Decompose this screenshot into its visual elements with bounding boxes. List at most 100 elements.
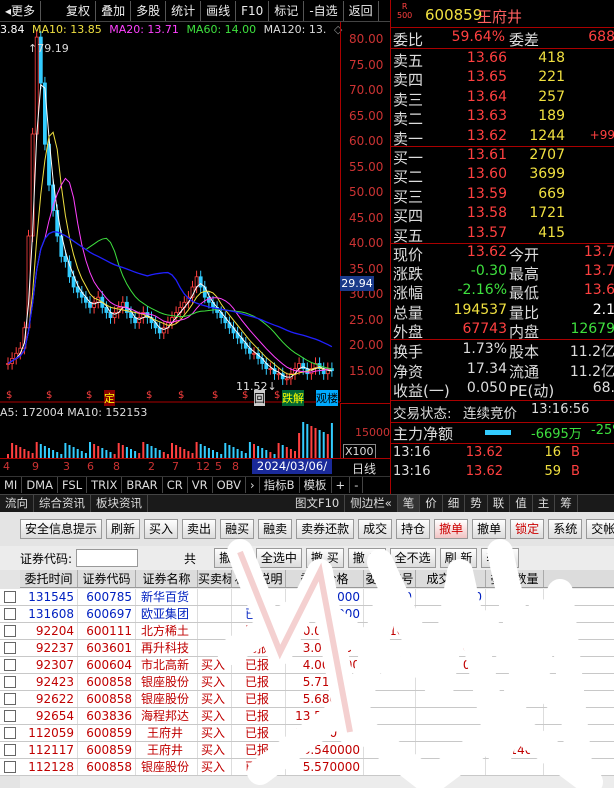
buy-button[interactable]: 买入: [144, 519, 179, 539]
overlay-button[interactable]: 叠加: [96, 0, 132, 21]
quote-row: 换手 1.73% 股本 11.2亿: [391, 341, 614, 361]
volume-legend: A5: 172004 MA10: 152153: [0, 406, 148, 419]
event-marker[interactable]: $: [274, 390, 280, 401]
tab-trix[interactable]: TRIX: [87, 477, 123, 493]
multi-stock-button[interactable]: 多股: [131, 0, 167, 21]
row-checkbox-cell[interactable]: [0, 606, 20, 622]
row-checkbox[interactable]: [4, 761, 16, 773]
weicha-value: 688: [588, 29, 614, 45]
bid-row-volume: 1721: [529, 205, 565, 222]
row-checkbox-cell[interactable]: [0, 691, 20, 707]
tab-main[interactable]: 主: [533, 495, 556, 512]
event-marker[interactable]: $: [242, 390, 248, 401]
row-checkbox[interactable]: [4, 710, 16, 722]
stock-header: R 500 600859 王府井: [391, 2, 614, 28]
tab-add[interactable]: +: [332, 477, 351, 493]
col-code[interactable]: 证券代码: [78, 570, 136, 587]
quote-value: 67743: [462, 320, 507, 337]
tab-value[interactable]: 值: [510, 495, 533, 512]
tab-indicator-b[interactable]: 指标B: [260, 477, 300, 493]
row-checkbox-cell[interactable]: [0, 759, 20, 775]
volume-bar: [117, 443, 120, 458]
f10-button[interactable]: F10: [236, 0, 270, 21]
hui-badge[interactable]: 回: [254, 390, 265, 406]
code-input[interactable]: [76, 549, 139, 567]
mark-button[interactable]: 标记: [269, 0, 305, 21]
tab-news[interactable]: 综合资讯: [34, 495, 91, 512]
col-order-time[interactable]: 委托时间: [20, 570, 78, 587]
col-name[interactable]: 证券名称: [136, 570, 198, 587]
ask-row-price: 13.65: [466, 69, 507, 86]
volume-bar: [125, 447, 128, 458]
tab-cr[interactable]: CR: [163, 477, 188, 493]
event-marker[interactable]: $: [6, 390, 12, 401]
tab-price[interactable]: 价: [420, 495, 443, 512]
safety-info-button[interactable]: 安全信息提示: [20, 519, 103, 539]
tab-more[interactable]: ›: [246, 477, 260, 493]
tab-link[interactable]: 联: [488, 495, 511, 512]
back-button[interactable]: 返回: [344, 0, 379, 21]
event-marker[interactable]: $: [46, 390, 52, 401]
watchlist-button[interactable]: -自选: [304, 0, 344, 21]
tab-dma[interactable]: DMA: [22, 477, 58, 493]
cell-name: 市北高新: [136, 657, 198, 673]
row-checkbox[interactable]: [4, 642, 16, 654]
row-checkbox[interactable]: [4, 659, 16, 671]
row-checkbox[interactable]: [4, 608, 16, 620]
tab-flow[interactable]: 流向: [0, 495, 34, 512]
row-checkbox[interactable]: [4, 744, 16, 756]
volume-bar: [224, 443, 227, 458]
row-checkbox-cell[interactable]: [0, 657, 20, 673]
row-checkbox[interactable]: [4, 676, 16, 688]
cell-time: 112128: [20, 759, 78, 775]
quote-value: 13.62: [466, 244, 507, 260]
tab-f10[interactable]: 图文F10: [290, 495, 346, 512]
tab-brar[interactable]: BRAR: [122, 477, 163, 493]
period-label[interactable]: 日线: [352, 460, 376, 477]
row-checkbox-cell[interactable]: [0, 708, 20, 724]
row-checkbox[interactable]: [4, 591, 16, 603]
ask-row-volume: 189: [538, 108, 565, 125]
tab-obv[interactable]: OBV: [213, 477, 247, 493]
volume-bar: [228, 445, 231, 458]
cell-time: 112117: [20, 742, 78, 758]
event-marker[interactable]: $: [212, 390, 218, 401]
draw-line-button[interactable]: 画线: [201, 0, 237, 21]
tab-ticks[interactable]: 笔: [397, 495, 421, 512]
event-marker[interactable]: $: [86, 390, 92, 401]
tab-vr[interactable]: VR: [188, 477, 213, 493]
row-checkbox-cell[interactable]: [0, 742, 20, 758]
tab-detail[interactable]: 细: [443, 495, 466, 512]
quote-row: 外盘 67743 内盘 12679: [391, 321, 614, 341]
row-checkbox-cell[interactable]: [0, 623, 20, 639]
tab-fsl[interactable]: FSL: [58, 477, 88, 493]
ding-badge[interactable]: 定: [104, 390, 115, 406]
tab-chips[interactable]: 筹: [555, 495, 578, 512]
tab-trend[interactable]: 势: [465, 495, 488, 512]
row-checkbox-cell[interactable]: [0, 674, 20, 690]
row-checkbox-cell[interactable]: [0, 589, 20, 605]
row-checkbox[interactable]: [4, 625, 16, 637]
tab-sector-news[interactable]: 板块资讯: [91, 495, 148, 512]
tab-template[interactable]: 模板: [300, 477, 332, 493]
tab-sidebar[interactable]: 侧边栏«: [345, 495, 398, 512]
guanyan-badge[interactable]: 观楼: [316, 390, 338, 406]
row-checkbox-cell[interactable]: [0, 725, 20, 741]
row-checkbox-cell[interactable]: [0, 640, 20, 656]
more-button[interactable]: ◂更多: [0, 0, 42, 21]
row-checkbox[interactable]: [4, 727, 16, 739]
quote-value: 13.7: [583, 263, 614, 280]
refresh-button[interactable]: 刷新: [106, 519, 141, 539]
volume-bars: [7, 422, 333, 458]
stats-button[interactable]: 统计: [166, 0, 202, 21]
fuquan-button[interactable]: 复权: [61, 0, 97, 21]
event-marker[interactable]: $: [146, 390, 152, 401]
event-marker[interactable]: $: [178, 390, 184, 401]
row-checkbox[interactable]: [4, 693, 16, 705]
tab-remove[interactable]: -: [350, 477, 364, 493]
dieji-badge[interactable]: 跌解: [282, 390, 304, 406]
tab-mi[interactable]: MI: [0, 477, 23, 493]
quote-value: 17.34: [466, 360, 507, 377]
tick-row: 13:16 13.62 59 B: [391, 464, 614, 484]
